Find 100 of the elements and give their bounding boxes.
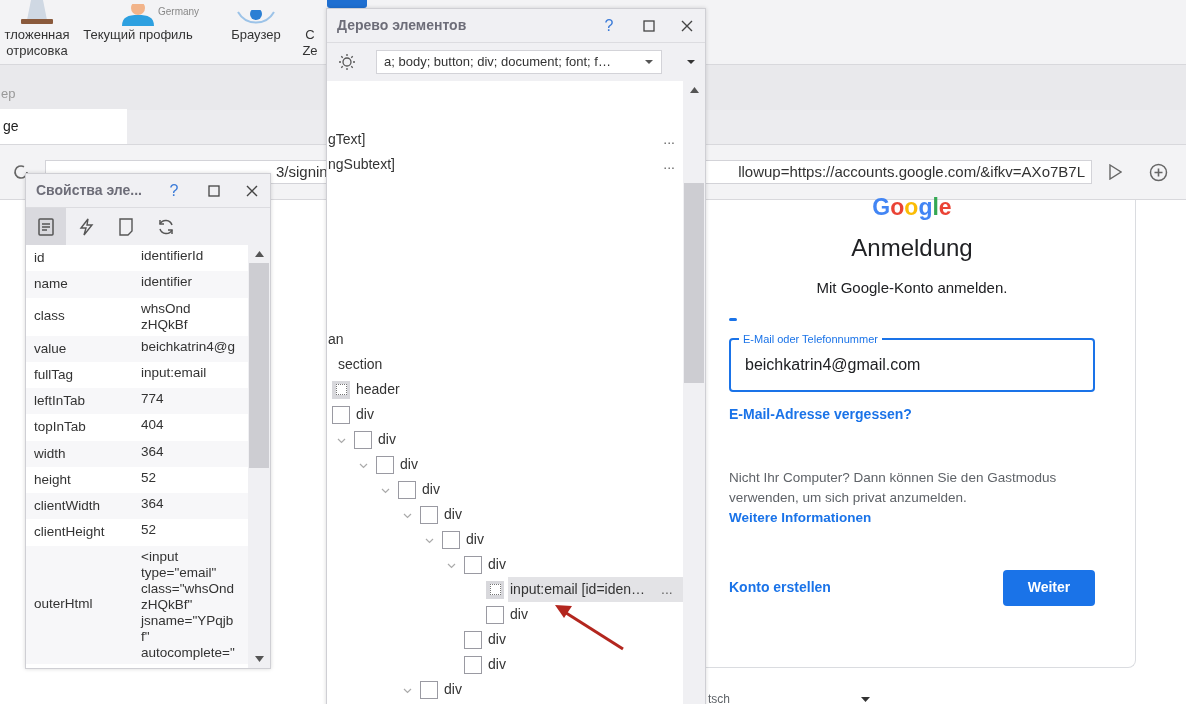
property-name: height: [33, 470, 72, 489]
property-name: id: [33, 249, 46, 267]
node-box-icon: [442, 530, 460, 549]
document-icon: [38, 217, 54, 236]
progress-mark: [729, 317, 737, 321]
tree-node[interactable]: input:email [id=iden… ...: [508, 577, 683, 602]
create-account-link[interactable]: Konto erstellen: [729, 577, 831, 599]
property-name: name: [33, 275, 69, 294]
node-box-icon: [464, 555, 482, 574]
maximize-icon[interactable]: [208, 184, 220, 197]
property-value: identifierId: [141, 248, 204, 265]
property-value: 52: [141, 522, 157, 540]
panel-title: Дерево элементов: [337, 16, 467, 35]
property-value: beichkatrin4@g: [141, 338, 235, 356]
subtitle: Mit Google-Konto anmelden.: [815, 278, 1009, 298]
toolbar-label[interactable]: тложенная отрисовка: [4, 27, 70, 59]
property-value: whsOnd zHQkBf: [141, 300, 191, 333]
lightning-icon: [78, 217, 94, 236]
node-box-icon: [376, 455, 394, 474]
property-value: <input type="email" class="whsOnd zHQkBf" jsname="YPqjb f" autocomplete=": [141, 548, 235, 661]
node-box-icon: [354, 430, 372, 449]
property-value: 52: [141, 469, 157, 487]
close-icon[interactable]: [246, 184, 258, 197]
property-value: 404: [141, 417, 164, 435]
tree-node[interactable]: div: [420, 477, 440, 502]
tree-node[interactable]: div: [442, 677, 462, 702]
learn-more-link[interactable]: Weitere Informationen: [729, 507, 1095, 528]
more-button[interactable]: ...: [663, 129, 675, 150]
property-name: topInTab: [33, 418, 87, 437]
panel-caption: ep: [1, 85, 16, 104]
tree-node[interactable]: gText]: [328, 129, 366, 150]
tree-node[interactable]: ngSubtext]: [328, 154, 395, 175]
tree-node[interactable]: div: [354, 402, 374, 427]
tree-node[interactable]: div: [486, 652, 506, 677]
toolbar-label[interactable]: С Ze: [302, 27, 318, 59]
property-name: leftInTab: [33, 392, 87, 410]
tree-node[interactable]: div: [376, 427, 396, 452]
scrollbar[interactable]: [683, 81, 705, 704]
scroll-down-icon[interactable]: [254, 656, 264, 662]
property-value: 364: [141, 443, 164, 461]
toolbar-label[interactable]: Текущий профиль: [83, 27, 193, 43]
scroll-up-icon[interactable]: [254, 251, 264, 257]
toolbar-label[interactable]: Браузер: [231, 27, 281, 43]
tree-node[interactable]: section: [336, 352, 383, 377]
eye-icon: [236, 10, 276, 26]
person-icon: [120, 4, 156, 26]
tree-node[interactable]: div: [486, 552, 506, 577]
property-name: clientWidth: [33, 497, 102, 515]
reload-icon[interactable]: [12, 163, 30, 181]
node-box-icon: [398, 480, 416, 499]
profile-info: Germany: [158, 6, 200, 18]
panel-title: Свойства эле...: [36, 181, 142, 200]
property-name: width: [33, 444, 67, 463]
play-icon[interactable]: [1108, 164, 1122, 180]
tree-node[interactable]: header: [354, 377, 400, 402]
browser-tab[interactable]: ge: [0, 109, 127, 144]
node-dotted-icon: [486, 580, 504, 599]
node-box-icon: [420, 680, 438, 699]
panel-tab[interactable]: [26, 208, 66, 245]
help-button[interactable]: ?: [597, 13, 621, 38]
node-box-icon: [332, 405, 350, 424]
more-button[interactable]: ...: [663, 154, 675, 175]
close-icon[interactable]: [681, 19, 693, 32]
page-icon: [118, 217, 134, 236]
refresh-icon: [157, 217, 175, 236]
property-name: class: [33, 307, 66, 326]
scrollbar[interactable]: [248, 245, 270, 668]
node-box-icon: [486, 605, 504, 624]
google-logo: Google: [871, 194, 953, 220]
add-circle-icon[interactable]: [1149, 162, 1168, 182]
guest-mode-text: Nicht Ihr Computer? Dann können Sie den Gastmodus verwenden, um sich privat anzumelden.: [729, 468, 1058, 507]
property-value: identifier: [141, 274, 193, 292]
property-name: clientHeight: [33, 523, 106, 542]
property-value: input:email: [141, 364, 207, 382]
tree-node[interactable]: div: [464, 527, 484, 552]
help-button[interactable]: ?: [162, 178, 186, 203]
forgot-email-link[interactable]: E-Mail-Adresse vergessen?: [729, 403, 1095, 425]
property-name: value: [33, 339, 68, 358]
property-value: 774: [141, 391, 164, 408]
sun-icon[interactable]: [338, 53, 356, 71]
maximize-icon[interactable]: [643, 19, 655, 32]
property-name: outerHtml: [33, 595, 94, 614]
arrow-annotation: [553, 603, 625, 651]
node-box-icon: [464, 630, 482, 649]
node-box-icon: [420, 505, 438, 524]
next-button[interactable]: Weiter: [1003, 569, 1095, 606]
language-select[interactable]: tsch: [708, 690, 870, 704]
tree-node[interactable]: div: [486, 627, 506, 652]
tag-filter-dropdown[interactable]: a; body; button; div; document; font; f…: [376, 50, 662, 74]
tree-node[interactable]: div: [398, 452, 418, 477]
tree-node[interactable]: an: [328, 329, 344, 350]
heading: Anmeldung: [850, 233, 974, 263]
property-value: 364: [141, 496, 164, 513]
scroll-up-icon[interactable]: [689, 87, 699, 93]
node-box-icon: [464, 655, 482, 674]
tree-node[interactable]: div: [442, 502, 462, 527]
caret-icon: [861, 696, 870, 702]
node-dotted-icon: [332, 380, 350, 399]
tree-node[interactable]: div: [508, 602, 528, 627]
property-name: fullTag: [33, 365, 75, 384]
